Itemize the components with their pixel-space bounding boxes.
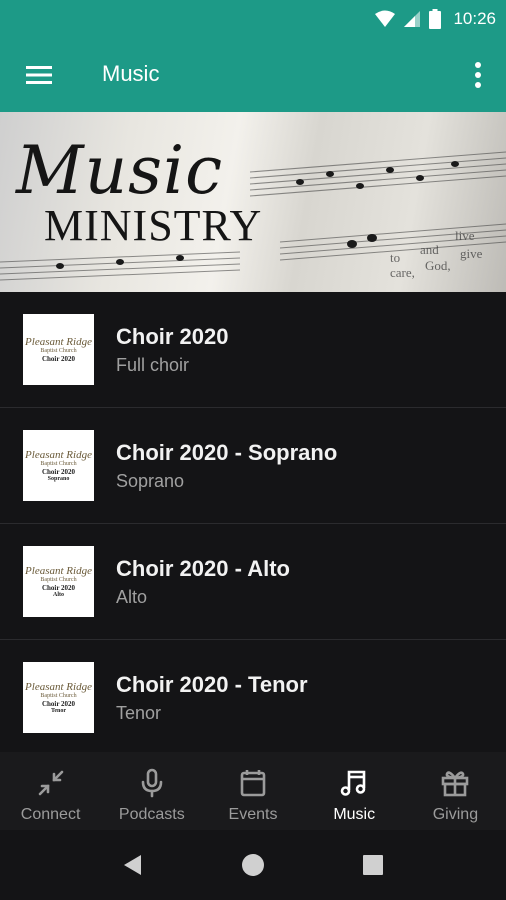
hamburger-menu-icon[interactable]	[24, 60, 54, 90]
more-vert-icon[interactable]	[468, 58, 488, 92]
list-item[interactable]: Pleasant Ridge Baptist Church Choir 2020…	[0, 640, 506, 756]
svg-text:give: give	[460, 246, 483, 261]
list-item-title: Choir 2020 - Tenor	[116, 672, 308, 697]
status-icons: 10:26	[375, 0, 496, 38]
list-item-subtitle: Alto	[116, 587, 148, 607]
wifi-icon	[375, 10, 396, 27]
banner-script-text: Music	[16, 132, 224, 209]
gift-icon	[442, 771, 469, 797]
list-item-title: Choir 2020 - Soprano	[116, 440, 338, 465]
nav-item-music[interactable]: Music	[304, 752, 405, 830]
recents-icon[interactable]	[361, 853, 385, 877]
list-item[interactable]: Pleasant Ridge Baptist Church Choir 2020…	[0, 292, 506, 408]
list-item[interactable]: Pleasant Ridge Baptist Church Choir 2020…	[0, 524, 506, 640]
music-list: Pleasant Ridge Baptist Church Choir 2020…	[0, 292, 506, 756]
nav-item-giving[interactable]: Giving	[405, 752, 506, 830]
status-time: 10:26	[453, 9, 496, 28]
list-item-subtitle: Full choir	[116, 355, 190, 375]
svg-text:to: to	[390, 250, 400, 265]
list-item[interactable]: Pleasant Ridge Baptist Church Choir 2020…	[0, 408, 506, 524]
battery-icon	[429, 9, 442, 29]
page-title: Music	[102, 61, 160, 86]
svg-text:God,: God,	[425, 258, 451, 273]
choir-thumbnail: Pleasant Ridge Baptist Church Choir 2020…	[23, 546, 94, 617]
status-bar: 10:26	[0, 0, 506, 38]
connect-icon	[38, 770, 63, 796]
calendar-icon	[240, 770, 266, 797]
list-item-subtitle: Tenor	[116, 703, 162, 723]
music-ministry-banner: to and live care, God, give Music Ministry	[0, 112, 506, 292]
choir-thumbnail: Pleasant Ridge Baptist Church Choir 2020…	[23, 430, 94, 501]
nav-item-podcasts[interactable]: Podcasts	[101, 752, 202, 830]
svg-text:and: and	[420, 242, 439, 257]
signal-icon	[404, 11, 421, 27]
choir-thumbnail: Pleasant Ridge Baptist Church Choir 2020…	[23, 662, 94, 733]
list-item-title: Choir 2020 - Alto	[116, 556, 290, 581]
nav-item-events[interactable]: Events	[202, 752, 303, 830]
svg-text:care,: care,	[390, 265, 415, 280]
bottom-navigation: Connect Podcasts Events Music Giving	[0, 752, 506, 830]
back-icon[interactable]	[121, 853, 145, 877]
microphone-icon	[141, 768, 163, 798]
home-icon[interactable]	[241, 853, 265, 877]
music-note-icon	[340, 770, 366, 796]
system-navigation-bar	[0, 830, 506, 900]
choir-thumbnail: Pleasant Ridge Baptist Church Choir 2020	[23, 314, 94, 385]
list-item-title: Choir 2020	[116, 324, 229, 349]
svg-text:live: live	[455, 228, 475, 243]
app-bar: Music	[0, 38, 506, 112]
list-item-subtitle: Soprano	[116, 471, 185, 491]
nav-item-connect[interactable]: Connect	[0, 752, 101, 830]
banner-caps-text: Ministry	[44, 201, 263, 250]
